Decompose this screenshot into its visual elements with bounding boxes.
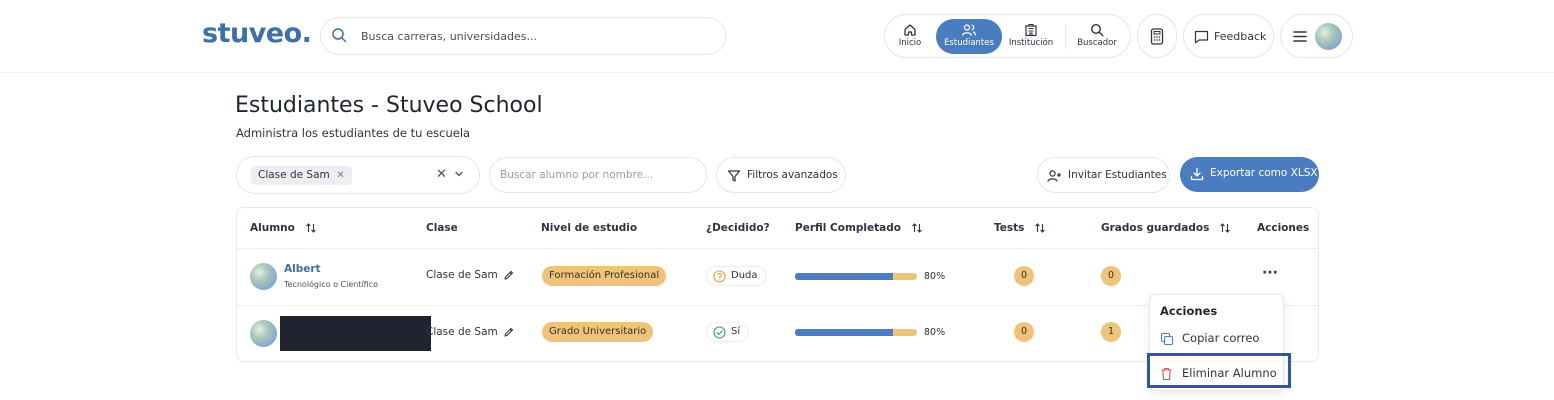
- user-menu-button[interactable]: [1280, 14, 1353, 58]
- class-filter-select[interactable]: Clase de Sam ✕ ✕: [236, 156, 480, 194]
- check-circle-icon: [713, 326, 726, 339]
- sort-icon[interactable]: [1219, 222, 1231, 234]
- search-icon: [1090, 23, 1104, 37]
- header-decidido: ¿Decidido?: [706, 222, 770, 234]
- header-acciones: Acciones: [1257, 222, 1310, 234]
- feedback-label: Feedback: [1214, 30, 1267, 43]
- nav-institucion-label: Institución: [1008, 38, 1054, 48]
- hamburger-icon: [1293, 31, 1307, 42]
- profile-progress-bar: [795, 329, 917, 336]
- invite-students-button[interactable]: Invitar Estudiantes: [1037, 157, 1170, 193]
- highlight-box: [1147, 353, 1291, 388]
- tests-count: 0: [1014, 266, 1034, 286]
- building-icon: [1025, 23, 1037, 37]
- class-chip: Clase de Sam ✕: [251, 166, 352, 185]
- header-nivel: Nivel de estudio: [541, 222, 638, 234]
- export-xlsx-label: Exportar como XLSX: [1210, 167, 1318, 179]
- calculator-button[interactable]: [1137, 14, 1177, 58]
- nav-divider: [1065, 25, 1066, 49]
- sort-icon[interactable]: [911, 222, 923, 234]
- user-avatar: [1315, 23, 1342, 50]
- decided-badge: Duda: [706, 266, 767, 286]
- sort-icon[interactable]: [305, 222, 317, 234]
- stuveo-logo[interactable]: stuveo.: [202, 18, 312, 49]
- student-search-input[interactable]: [500, 158, 700, 192]
- download-icon: [1190, 167, 1204, 181]
- header-grados-label: Grados guardados: [1101, 222, 1210, 234]
- chevron-down-icon[interactable]: [454, 169, 464, 179]
- header-grados[interactable]: Grados guardados: [1101, 222, 1231, 234]
- class-chip-label: Clase de Sam: [258, 169, 330, 181]
- pencil-icon[interactable]: [503, 270, 514, 281]
- header-tests-label: Tests: [994, 222, 1025, 234]
- profile-progress-fill: [795, 329, 893, 336]
- header-divider: [237, 248, 1318, 249]
- header-perfil-label: Perfil Completado: [795, 222, 901, 234]
- nav-inicio-label: Inicio: [898, 38, 922, 48]
- export-xlsx-button[interactable]: Exportar como XLSX: [1180, 157, 1319, 192]
- search-icon: [331, 27, 347, 47]
- page-title: Estudiantes - Stuveo School: [235, 93, 543, 118]
- invite-students-label: Invitar Estudiantes: [1068, 169, 1167, 181]
- level-badge: Formación Profesional: [542, 266, 667, 286]
- copy-email-menu-item[interactable]: Copiar correo: [1160, 331, 1275, 347]
- row-actions-icon[interactable]: ···: [1262, 265, 1278, 281]
- page-subtitle: Administra los estudiantes de tu escuela: [236, 126, 471, 140]
- redacted-student-name: [280, 316, 431, 351]
- header-tests[interactable]: Tests: [994, 222, 1046, 234]
- student-avatar: [250, 263, 277, 290]
- question-icon: [713, 270, 726, 283]
- profile-percent: 80%: [924, 271, 946, 282]
- nav-inicio[interactable]: Inicio: [889, 19, 931, 54]
- nav-estudiantes-label: Estudiantes: [944, 38, 994, 48]
- student-name[interactable]: Albert: [284, 263, 321, 275]
- profile-percent: 80%: [924, 327, 946, 338]
- top-header: stuveo. Inicio Estudiantes Institución B…: [0, 0, 1554, 73]
- main-nav: Inicio Estudiantes Institución Buscador: [884, 14, 1131, 58]
- copy-email-label: Copiar correo: [1182, 331, 1260, 345]
- level-badge: Grado Universitario: [542, 322, 654, 342]
- users-icon: [961, 24, 977, 36]
- filter-icon: [727, 170, 741, 182]
- clear-icon[interactable]: ✕: [436, 167, 447, 182]
- nav-estudiantes[interactable]: Estudiantes: [936, 19, 1002, 54]
- message-icon: [1194, 30, 1209, 44]
- chip-remove-icon[interactable]: ✕: [336, 166, 344, 185]
- tests-count: 0: [1014, 322, 1034, 342]
- advanced-filters-label: Filtros avanzados: [747, 169, 838, 181]
- grados-count: 1: [1101, 322, 1121, 342]
- global-search-input[interactable]: [361, 18, 711, 54]
- pencil-icon[interactable]: [503, 327, 514, 338]
- header-perfil[interactable]: Perfil Completado: [795, 222, 923, 234]
- decided-label: Sí: [731, 326, 741, 337]
- copy-icon: [1160, 332, 1174, 346]
- student-search[interactable]: [489, 157, 707, 193]
- global-search[interactable]: [320, 17, 726, 55]
- actions-menu-title: Acciones: [1160, 304, 1218, 318]
- nav-buscador[interactable]: Buscador: [1073, 19, 1121, 54]
- header-clase: Clase: [426, 222, 458, 234]
- profile-progress-fill: [795, 273, 893, 280]
- decided-label: Duda: [731, 270, 758, 281]
- student-subtitle: Tecnológico o Científico: [284, 280, 378, 289]
- profile-progress-bar: [795, 273, 917, 280]
- sort-icon[interactable]: [1034, 222, 1046, 234]
- home-icon: [904, 24, 916, 36]
- decided-badge: Sí: [706, 322, 750, 342]
- grados-count: 0: [1101, 266, 1121, 286]
- advanced-filters-button[interactable]: Filtros avanzados: [716, 157, 846, 193]
- class-cell: Clase de Sam: [426, 269, 498, 281]
- class-cell: Clase de Sam: [426, 326, 498, 338]
- nav-institucion[interactable]: Institución: [1005, 19, 1057, 54]
- feedback-button[interactable]: Feedback: [1183, 14, 1274, 58]
- header-alumno-label: Alumno: [250, 222, 295, 234]
- nav-buscador-label: Buscador: [1077, 38, 1117, 48]
- user-plus-icon: [1047, 170, 1061, 182]
- header-alumno[interactable]: Alumno: [250, 222, 317, 234]
- calculator-icon: [1150, 28, 1164, 45]
- student-avatar: [250, 320, 277, 347]
